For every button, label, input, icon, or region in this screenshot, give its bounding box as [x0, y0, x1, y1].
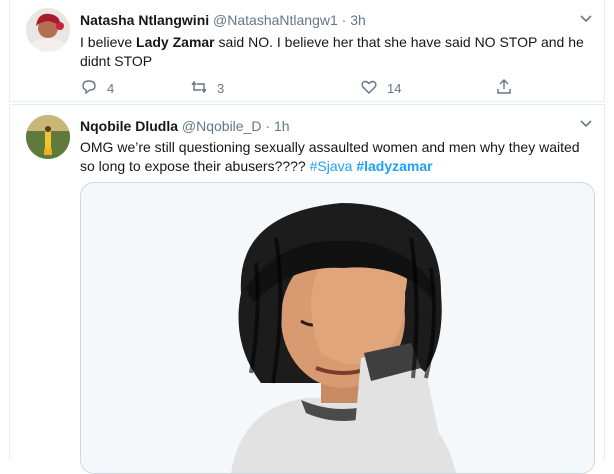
timestamp[interactable]: 1h: [274, 118, 290, 134]
tweet-header: Natasha Ntlangwini @NatashaNtlangw1 · 3h: [80, 12, 366, 28]
reply-icon: [80, 78, 98, 99]
hashtag-link[interactable]: #ladyzamar: [356, 158, 432, 174]
retweet-button[interactable]: 3: [190, 78, 224, 99]
tweet-actions: 4 3 14: [80, 78, 520, 98]
tweet-header: Nqobile Dludla @Nqobile_D · 1h: [80, 118, 290, 134]
reply-count: 4: [107, 81, 115, 96]
display-name[interactable]: Nqobile Dludla: [80, 118, 178, 134]
mention-bold: Lady Zamar: [136, 34, 215, 50]
user-handle[interactable]: @NatashaNtlangw1: [213, 12, 338, 28]
reply-button[interactable]: 4: [80, 78, 114, 99]
avatar[interactable]: [26, 8, 70, 52]
tweet-text: OMG we’re still questioning sexually ass…: [80, 138, 592, 176]
share-icon: [495, 78, 513, 99]
share-button[interactable]: [495, 78, 513, 99]
tweet-nqobile[interactable]: Nqobile Dludla @Nqobile_D · 1h OMG we’re…: [9, 104, 605, 474]
retweet-count: 3: [217, 81, 225, 96]
chevron-down-icon[interactable]: [580, 117, 592, 131]
facepalm-emoji-image[interactable]: [80, 182, 595, 474]
like-count: 14: [387, 81, 402, 96]
tweet-text-part: I believe: [80, 34, 137, 50]
tweet-text: I believe Lady Zamar said NO. I believe …: [80, 33, 592, 71]
tweet-natasha[interactable]: Natasha Ntlangwini @NatashaNtlangw1 · 3h…: [9, 0, 605, 102]
timestamp[interactable]: 3h: [350, 12, 366, 28]
like-button[interactable]: 14: [360, 78, 401, 99]
heart-icon: [360, 78, 378, 99]
avatar[interactable]: [26, 115, 70, 159]
user-handle[interactable]: @Nqobile_D: [182, 118, 262, 134]
retweet-icon: [190, 78, 208, 99]
chevron-down-icon[interactable]: [580, 12, 592, 26]
hashtag-link[interactable]: #Sjava: [310, 158, 353, 174]
separator-dot: ·: [265, 118, 271, 134]
separator-dot: ·: [341, 12, 347, 28]
display-name[interactable]: Natasha Ntlangwini: [80, 12, 209, 28]
